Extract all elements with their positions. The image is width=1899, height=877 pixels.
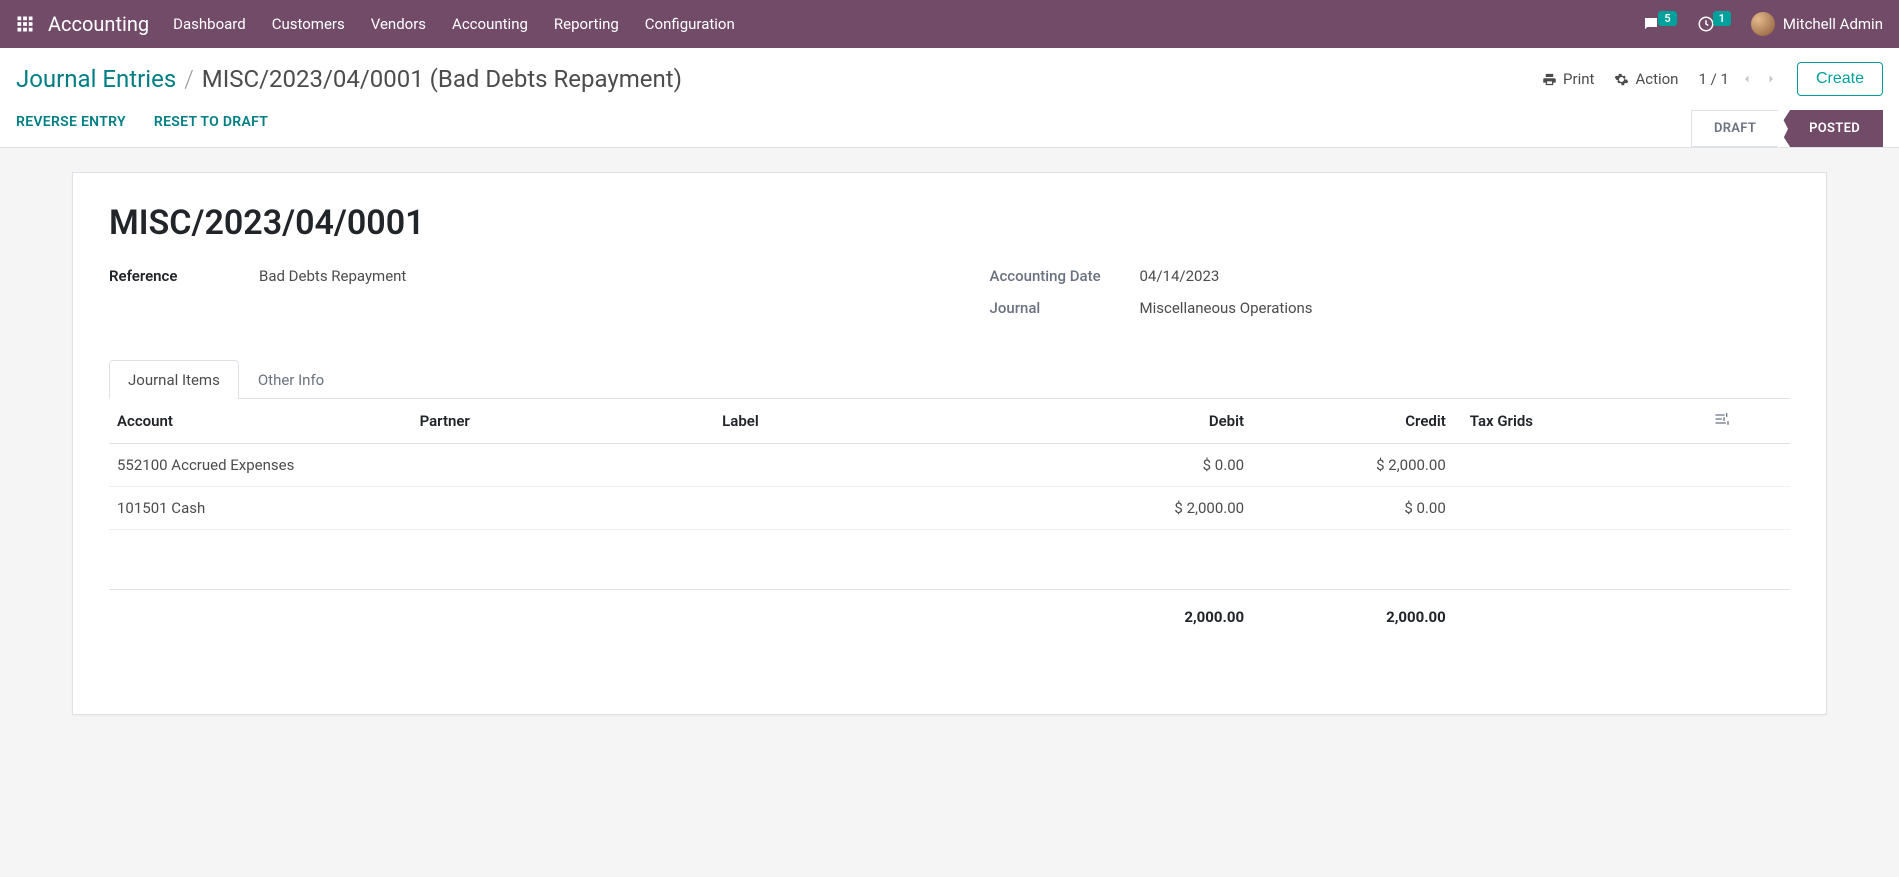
total-credit: 2,000.00 <box>1252 590 1454 645</box>
col-credit: Credit <box>1252 399 1454 444</box>
print-icon <box>1542 72 1557 87</box>
state-draft[interactable]: DRAFT <box>1691 110 1779 147</box>
breadcrumb: Journal Entries / MISC/2023/04/0001 (Bad… <box>16 65 682 93</box>
col-partner: Partner <box>412 399 715 444</box>
field-journal: Journal Miscellaneous Operations <box>990 299 1791 317</box>
reverse-entry-button[interactable]: REVERSE ENTRY <box>16 114 126 130</box>
cell-credit: $ 2,000.00 <box>1252 444 1454 487</box>
col-tax-grids: Tax Grids <box>1454 399 1706 444</box>
reference-value: Bad Debts Repayment <box>259 267 406 285</box>
user-menu[interactable]: Mitchell Admin <box>1751 12 1883 36</box>
cell-label <box>714 444 1050 487</box>
field-accounting-date: Accounting Date 04/14/2023 <box>990 267 1791 285</box>
col-account: Account <box>109 399 412 444</box>
chevron-right-icon <box>1765 73 1777 85</box>
form-sheet: MISC/2023/04/0001 Reference Bad Debts Re… <box>72 172 1827 715</box>
journal-value: Miscellaneous Operations <box>1140 299 1313 317</box>
top-nav: Dashboard Customers Vendors Accounting R… <box>173 15 735 33</box>
messages-button[interactable]: 5 <box>1642 15 1678 33</box>
accounting-date-value: 04/14/2023 <box>1140 267 1220 285</box>
nav-dashboard[interactable]: Dashboard <box>173 15 246 33</box>
controlbar-tools: Print Action 1 / 1 Create <box>1542 62 1883 96</box>
tab-other-info[interactable]: Other Info <box>239 360 343 399</box>
cell-debit: $ 0.00 <box>1050 444 1252 487</box>
accounting-date-label: Accounting Date <box>990 267 1140 285</box>
tab-journal-items[interactable]: Journal Items <box>109 360 239 399</box>
record-title: MISC/2023/04/0001 <box>109 203 1790 243</box>
nav-configuration[interactable]: Configuration <box>645 15 735 33</box>
pager-prev[interactable] <box>1741 73 1753 85</box>
pager: 1 / 1 <box>1698 70 1777 88</box>
nav-reporting[interactable]: Reporting <box>554 15 619 33</box>
breadcrumb-root[interactable]: Journal Entries <box>16 65 176 93</box>
journal-label: Journal <box>990 299 1140 317</box>
cell-partner <box>412 487 715 530</box>
apps-icon[interactable] <box>16 15 34 33</box>
cell-partner <box>412 444 715 487</box>
user-name: Mitchell Admin <box>1783 15 1883 33</box>
action-button[interactable]: Action <box>1614 70 1678 88</box>
cell-account: 101501 Cash <box>109 487 412 530</box>
tabs: Journal Items Other Info <box>109 359 1790 399</box>
pager-count[interactable]: 1 / 1 <box>1698 70 1729 88</box>
cell-credit: $ 0.00 <box>1252 487 1454 530</box>
gear-icon <box>1614 72 1629 87</box>
create-button[interactable]: Create <box>1797 62 1883 96</box>
table-row[interactable]: 552100 Accrued Expenses $ 0.00 $ 2,000.0… <box>109 444 1790 487</box>
total-row: 2,000.00 2,000.00 <box>109 590 1790 645</box>
clock-icon <box>1697 15 1715 33</box>
reset-to-draft-button[interactable]: RESET TO DRAFT <box>154 114 268 130</box>
nav-accounting[interactable]: Accounting <box>452 15 528 33</box>
sliders-icon[interactable] <box>1714 411 1730 427</box>
breadcrumb-current: MISC/2023/04/0001 (Bad Debts Repayment) <box>202 65 682 93</box>
activities-button[interactable]: 1 <box>1697 15 1733 33</box>
field-reference: Reference Bad Debts Repayment <box>109 267 910 285</box>
col-toggle <box>1706 399 1790 444</box>
avatar <box>1751 12 1775 36</box>
status-buttons: REVERSE ENTRY RESET TO DRAFT <box>16 114 268 144</box>
cell-debit: $ 2,000.00 <box>1050 487 1252 530</box>
activities-badge: 1 <box>1713 11 1731 26</box>
pager-next[interactable] <box>1765 73 1777 85</box>
messages-badge: 5 <box>1658 11 1676 26</box>
controlbar: Journal Entries / MISC/2023/04/0001 (Bad… <box>0 48 1899 148</box>
cell-account: 552100 Accrued Expenses <box>109 444 412 487</box>
journal-items-table: Account Partner Label Debit Credit Tax G… <box>109 399 1790 684</box>
topbar: Accounting Dashboard Customers Vendors A… <box>0 0 1899 48</box>
nav-customers[interactable]: Customers <box>272 15 345 33</box>
print-button[interactable]: Print <box>1542 70 1594 88</box>
chevron-left-icon <box>1741 73 1753 85</box>
topbar-right: 5 1 Mitchell Admin <box>1642 12 1883 36</box>
nav-vendors[interactable]: Vendors <box>371 15 426 33</box>
state-indicator: DRAFT POSTED <box>1691 110 1883 147</box>
table-row[interactable]: 101501 Cash $ 2,000.00 $ 0.00 <box>109 487 1790 530</box>
reference-label: Reference <box>109 267 259 285</box>
col-label: Label <box>714 399 1050 444</box>
cell-label <box>714 487 1050 530</box>
app-title[interactable]: Accounting <box>48 12 149 36</box>
col-debit: Debit <box>1050 399 1252 444</box>
total-debit: 2,000.00 <box>1050 590 1252 645</box>
state-posted[interactable]: POSTED <box>1778 110 1883 147</box>
breadcrumb-separator: / <box>184 65 194 93</box>
